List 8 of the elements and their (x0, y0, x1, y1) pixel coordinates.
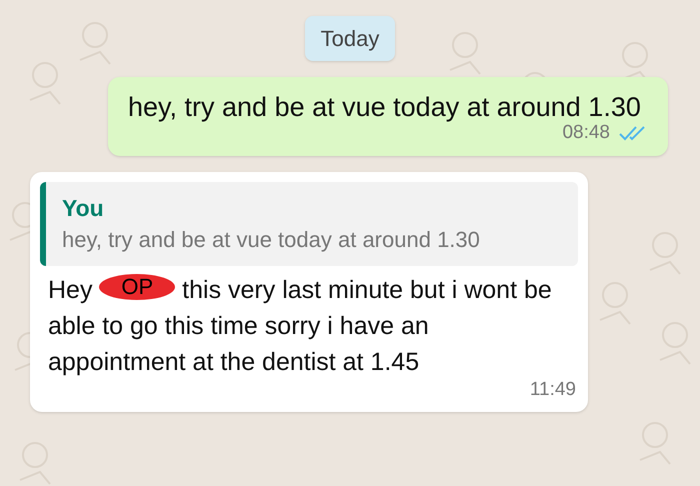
redaction-scribble: OP (99, 274, 176, 300)
message-time: 11:49 (530, 378, 576, 402)
message-text: hey, try and be at vue today at around 1.30 (128, 91, 642, 124)
quote-text: hey, try and be at vue today at around 1.30 (62, 226, 481, 254)
quote-author: You (62, 194, 105, 222)
message-time: 08:48 (562, 121, 610, 145)
date-chip: Today (304, 16, 396, 61)
message-text: Hey OP this very last minute but i wont be able to go this time sorry i have an appointment at the dentist at 1.45 (47, 272, 553, 378)
